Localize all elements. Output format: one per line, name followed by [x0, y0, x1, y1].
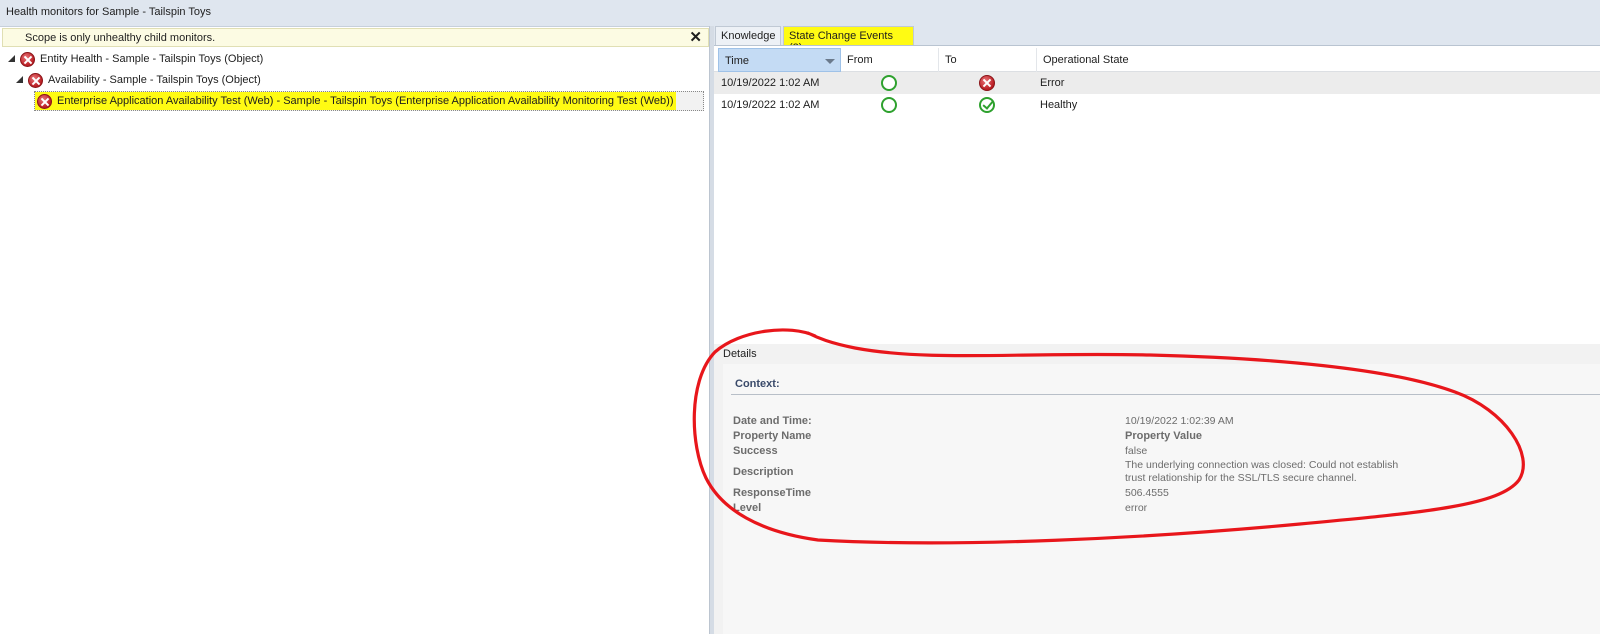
- expanded-arrow-icon[interactable]: [16, 76, 24, 84]
- monitor-tree-pane: Scope is only unhealthy child monitors. …: [0, 26, 712, 634]
- detail-value-success: false: [1125, 445, 1148, 457]
- scope-info-text: Scope is only unhealthy child monitors.: [25, 32, 216, 44]
- healthy-check-icon: [979, 97, 995, 113]
- cell-to: [979, 75, 995, 91]
- detail-label-property-name: Property Name: [733, 430, 812, 442]
- context-header: Context:: [735, 378, 780, 390]
- sort-descending-icon: [825, 59, 835, 64]
- grid-header: Time From To Operational State: [714, 48, 1600, 72]
- detail-label-success: Success: [733, 445, 778, 457]
- detail-label-description: Description: [733, 466, 794, 478]
- details-panel: Details Context: Date and Time: 10/19/20…: [714, 344, 1600, 634]
- detail-label-date-time: Date and Time:: [733, 415, 812, 427]
- details-body: Context: Date and Time: 10/19/2022 1:02:…: [723, 364, 1600, 634]
- window-title-bar: Health monitors for Sample - Tailspin To…: [0, 0, 1600, 26]
- cell-to: [979, 97, 995, 113]
- column-header-from[interactable]: From: [841, 48, 939, 72]
- empty-circle-icon: [881, 97, 897, 113]
- expanded-arrow-icon[interactable]: [8, 55, 16, 63]
- error-icon: [979, 75, 995, 91]
- tree-node-enterprise-app-test[interactable]: Enterprise Application Availability Test…: [34, 91, 704, 111]
- error-state-icon: [37, 93, 52, 109]
- table-row[interactable]: 10/19/2022 1:02 AM Healthy: [714, 94, 1600, 116]
- tab-state-change-events[interactable]: State Change Events (2): [783, 26, 914, 54]
- detail-value-property-value: Property Value: [1125, 430, 1203, 442]
- cell-from: [881, 75, 897, 91]
- tree-node-entity-health[interactable]: Entity Health - Sample - Tailspin Toys (…: [8, 49, 263, 69]
- divider: [731, 394, 1600, 395]
- tree-node-label: Availability - Sample - Tailspin Toys (O…: [48, 74, 261, 86]
- scope-info-bar: Scope is only unhealthy child monitors. …: [2, 28, 709, 47]
- detail-value-response-time: 506.4555: [1125, 487, 1169, 499]
- state-change-grid: Time From To Operational State 10/19/202…: [714, 45, 1600, 358]
- column-header-time[interactable]: Time: [718, 48, 841, 72]
- tree-node-availability[interactable]: Availability - Sample - Tailspin Toys (O…: [16, 70, 261, 90]
- error-state-icon: [20, 51, 35, 67]
- cell-operational-state: Error: [1040, 77, 1065, 89]
- tab-strip: Knowledge State Change Events (2): [714, 26, 1600, 54]
- cell-time: 10/19/2022 1:02 AM: [721, 99, 820, 111]
- column-header-operational-state[interactable]: Operational State: [1037, 48, 1600, 72]
- table-row[interactable]: 10/19/2022 1:02 AM Error: [714, 72, 1600, 94]
- detail-label-response-time: ResponseTime: [733, 487, 812, 499]
- empty-circle-icon: [881, 75, 897, 91]
- detail-label-level: Level: [733, 502, 762, 514]
- tree-node-label: Entity Health - Sample - Tailspin Toys (…: [40, 53, 264, 65]
- window-title: Health monitors for Sample - Tailspin To…: [6, 6, 212, 18]
- column-header-to[interactable]: To: [939, 48, 1037, 72]
- cell-from: [881, 97, 897, 113]
- error-state-icon: [28, 72, 43, 88]
- cell-time: 10/19/2022 1:02 AM: [721, 77, 820, 89]
- detail-value-date-time: 10/19/2022 1:02:39 AM: [1125, 415, 1234, 427]
- tab-knowledge[interactable]: Knowledge: [715, 26, 781, 45]
- close-icon[interactable]: ✕: [689, 29, 702, 47]
- monitor-detail-pane: Knowledge State Change Events (2) Time F…: [714, 26, 1600, 634]
- tree-node-label: Enterprise Application Availability Test…: [57, 95, 674, 107]
- details-title: Details: [723, 348, 757, 360]
- detail-value-level: error: [1125, 502, 1148, 514]
- cell-operational-state: Healthy: [1040, 99, 1078, 111]
- detail-value-description-line1: The underlying connection was closed: Co…: [1125, 459, 1399, 471]
- highlighted-selection: Enterprise Application Availability Test…: [35, 92, 676, 110]
- detail-value-description-line2: trust relationship for the SSL/TLS secur…: [1125, 472, 1357, 484]
